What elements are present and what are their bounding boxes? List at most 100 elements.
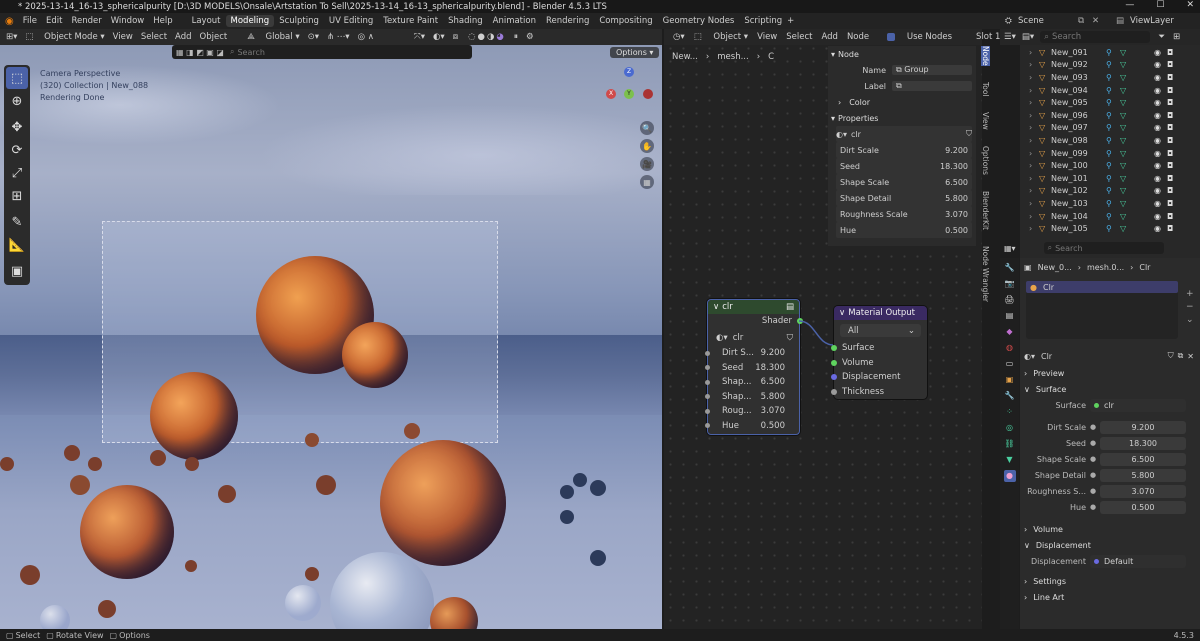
node-editor-type-icon[interactable]: ◷▾	[673, 32, 685, 42]
visibility-eye-icon[interactable]: ◉	[1154, 161, 1167, 170]
render-camera-icon[interactable]: ◘	[1167, 186, 1173, 195]
group-input-row[interactable]: Shap... 5.800	[705, 390, 799, 405]
menu-object[interactable]: Object	[200, 32, 228, 42]
outliner-row[interactable]: › ▽ New_103 ⚲ ▽ ◉ ◘	[1020, 197, 1200, 210]
visibility-eye-icon[interactable]: ◉	[1154, 174, 1167, 183]
node-menu-node[interactable]: Node	[847, 32, 869, 42]
tab-layout[interactable]: Layout	[187, 15, 226, 27]
outliner-filter-icon[interactable]: ▤▾	[1022, 32, 1034, 42]
transform-orientation[interactable]: ⟁ Global ▾	[247, 32, 299, 42]
outliner-row[interactable]: › ▽ New_095 ⚲ ▽ ◉ ◘	[1020, 96, 1200, 109]
ortho-grid-icon[interactable]: ▦	[640, 175, 654, 189]
viewport-3d[interactable]: Camera Perspective (320) Collection | Ne…	[0, 45, 662, 629]
funnel-icon[interactable]: ⏷	[1158, 32, 1165, 42]
render-camera-icon[interactable]: ◘	[1167, 161, 1173, 170]
menu-window[interactable]: Window	[111, 16, 145, 26]
render-camera-icon[interactable]: ◘	[1167, 224, 1173, 233]
physics-tab-icon[interactable]: ◎	[1004, 422, 1016, 434]
material-property-value[interactable]: 0.500	[1100, 500, 1186, 514]
expand-chevron-icon[interactable]: ›	[1029, 136, 1039, 145]
displacement-section-header[interactable]: ∨ Displacement	[1020, 537, 1200, 553]
material-property-value[interactable]: 9.200	[1100, 420, 1186, 434]
minimize-icon[interactable]: —	[1125, 0, 1134, 10]
material-property-value[interactable]: 18.300	[1100, 436, 1186, 450]
menu-add[interactable]: Add	[175, 32, 191, 42]
input-socket[interactable]	[705, 423, 710, 429]
breadcrumb-mesh[interactable]: mesh.0...	[1087, 263, 1124, 272]
node-menu-add[interactable]: Add	[821, 32, 837, 42]
visibility-eye-icon[interactable]: ◉	[1154, 73, 1167, 82]
gizmo-x-icon[interactable]: X	[606, 89, 616, 99]
output-node-header[interactable]: ∨ Material Output	[834, 306, 927, 320]
node-group-selector[interactable]: ◐▾ clr ⛉	[836, 126, 972, 142]
render-camera-icon[interactable]: ◘	[1167, 111, 1173, 120]
visibility-eye-icon[interactable]: ◉	[1154, 60, 1167, 69]
pivot-icon[interactable]: ⊙▾	[308, 32, 319, 42]
material-slot-row[interactable]: ● Clr	[1026, 281, 1178, 293]
outliner-search-input[interactable]: ⌕ Search	[1040, 31, 1151, 43]
input-socket[interactable]	[705, 394, 710, 400]
menu-view[interactable]: View	[113, 32, 133, 42]
remove-slot-icon[interactable]: −	[1186, 301, 1194, 314]
render-tab-icon[interactable]: 📷	[1004, 278, 1016, 290]
input-socket[interactable]	[831, 374, 837, 381]
node-menu-view[interactable]: View	[757, 32, 777, 42]
visibility-eye-icon[interactable]: ◉	[1154, 186, 1167, 195]
group-node-clr[interactable]: ∨ clr ▤ Shader ◐▾ clr ⛉ Dirt S... 9.200 Seed 1…	[705, 299, 800, 435]
input-socket[interactable]	[831, 388, 837, 395]
expand-chevron-icon[interactable]: ›	[1029, 161, 1039, 170]
render-camera-icon[interactable]: ◘	[1167, 86, 1173, 95]
menu-render[interactable]: Render	[71, 16, 101, 26]
node-name-field[interactable]: ⧉ Group	[892, 65, 972, 75]
cursor-tool-icon[interactable]: ⊕	[6, 90, 28, 112]
output-input-row[interactable]: Thickness	[831, 385, 927, 400]
delete-scene-icon[interactable]: ✕	[1092, 16, 1099, 26]
preview-section-header[interactable]: › Preview	[1020, 365, 1200, 381]
visibility-eye-icon[interactable]: ◉	[1154, 212, 1167, 221]
visibility-eye-icon[interactable]: ◉	[1154, 86, 1167, 95]
node-object-selector[interactable]: ⬚ Object ▾	[694, 32, 748, 42]
breadcrumb-mesh[interactable]: mesh...	[717, 52, 748, 62]
outliner-row[interactable]: › ▽ New_096 ⚲ ▽ ◉ ◘	[1020, 109, 1200, 122]
overlay-icon[interactable]: ◐▾	[433, 32, 445, 42]
group-node-header[interactable]: ∨ clr ▤	[708, 300, 799, 314]
volume-section-header[interactable]: › Volume	[1020, 521, 1200, 537]
data-tab-icon[interactable]: ▼	[1004, 454, 1016, 466]
tab-node[interactable]: Node	[981, 46, 990, 66]
xray-icon[interactable]: ⧈	[453, 32, 458, 42]
visibility-eye-icon[interactable]: ◉	[1154, 149, 1167, 158]
tab-compositing[interactable]: Compositing	[594, 15, 657, 27]
material-selector[interactable]: ◐▾ Clr ⛉ ⧉ ✕	[1020, 347, 1200, 365]
gizmo-z-icon[interactable]: Z	[624, 67, 634, 77]
expand-chevron-icon[interactable]: ›	[1029, 212, 1039, 221]
gizmo-neg-x-icon[interactable]	[643, 89, 653, 99]
render-camera-icon[interactable]: ◘	[1167, 136, 1173, 145]
material-output-node[interactable]: ∨ Material Output All ⌄ Surface Volume Disp…	[831, 306, 927, 400]
menu-file[interactable]: File	[23, 16, 37, 26]
tab-sculpting[interactable]: Sculpting	[274, 15, 324, 27]
expand-chevron-icon[interactable]: ›	[1029, 199, 1039, 208]
outliner-row[interactable]: › ▽ New_100 ⚲ ▽ ◉ ◘	[1020, 159, 1200, 172]
material-tab-icon[interactable]: ●	[1003, 470, 1016, 482]
tab-options[interactable]: Options	[981, 146, 990, 175]
outliner-row[interactable]: › ▽ New_091 ⚲ ▽ ◉ ◘	[1020, 46, 1200, 59]
menu-select[interactable]: Select	[141, 32, 167, 42]
add-cube-tool-icon[interactable]: ▣	[6, 260, 28, 282]
render-camera-icon[interactable]: ◘	[1167, 174, 1173, 183]
tab-view[interactable]: View	[981, 112, 990, 130]
new-collection-icon[interactable]: ⊞	[1173, 32, 1180, 42]
outliner-row[interactable]: › ▽ New_104 ⚲ ▽ ◉ ◘	[1020, 210, 1200, 223]
add-workspace-button[interactable]: +	[787, 16, 794, 26]
input-socket[interactable]	[705, 408, 710, 414]
output-input-row[interactable]: Displacement	[831, 370, 927, 385]
visibility-eye-icon[interactable]: ◉	[1154, 123, 1167, 132]
visibility-eye-icon[interactable]: ◉	[1154, 48, 1167, 57]
measure-tool-icon[interactable]: 📐	[6, 234, 28, 256]
viewport-search-bar[interactable]: ▦ ◨ ◩ ▣ ◪ ⌕ Search	[172, 45, 472, 59]
expand-chevron-icon[interactable]: ›	[1029, 149, 1039, 158]
breadcrumb-material[interactable]: Clr	[1139, 263, 1150, 272]
expand-chevron-icon[interactable]: ›	[1029, 60, 1039, 69]
properties-section-header[interactable]: ▾ Properties	[828, 110, 976, 126]
shading-wire-icon[interactable]: ◌	[468, 32, 475, 42]
node-property-row[interactable]: Shape Scale 6.500	[836, 174, 972, 190]
